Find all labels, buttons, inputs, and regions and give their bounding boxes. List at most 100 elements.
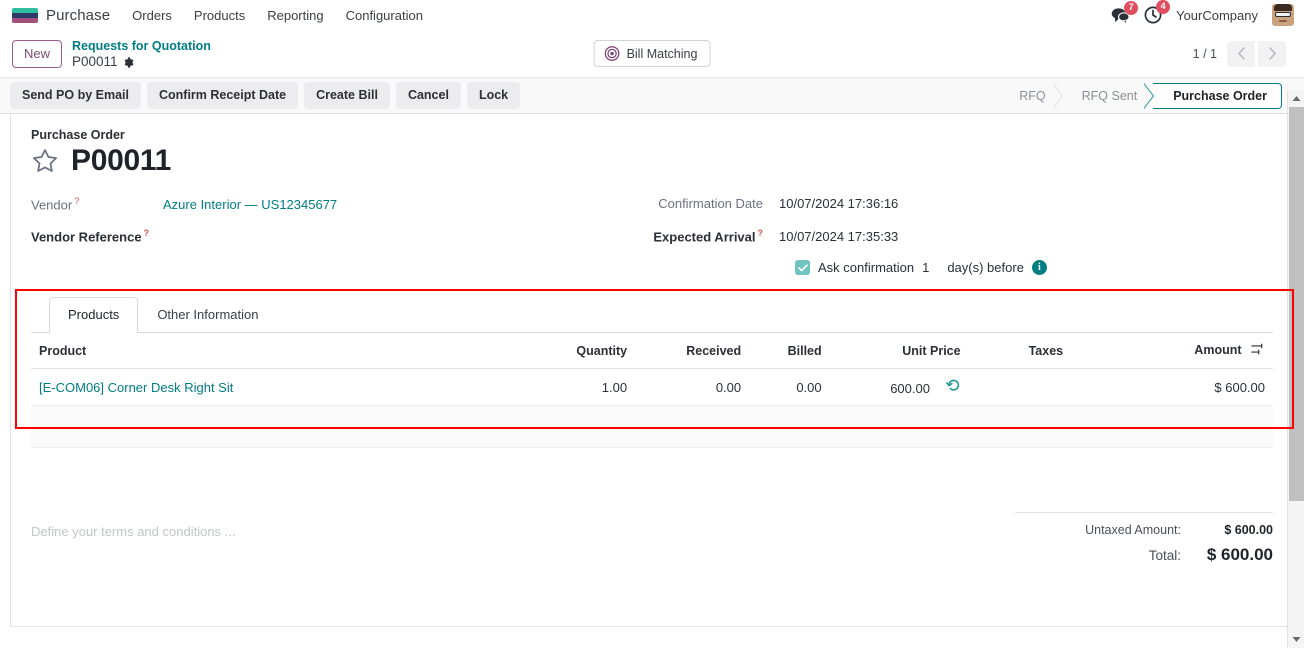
cell-received[interactable]: 0.00 [635,368,750,406]
ask-confirmation-days-input[interactable]: 1 [922,260,929,275]
vendor-tooltip-icon[interactable]: ? [74,196,79,206]
vendor-value[interactable]: Azure Interior — US12345677 [163,197,337,212]
confirmation-date-value[interactable]: 10/07/2024 17:36:16 [779,196,898,211]
breadcrumb: Requests for Quotation P00011 [72,39,211,69]
column-header-product[interactable]: Product [31,333,528,369]
optional-columns-icon[interactable] [1251,342,1265,359]
field-confirmation-date: Confirmation Date 10/07/2024 17:36:16 [651,196,1273,214]
sheet-footer: Define your terms and conditions ... Unt… [31,512,1273,583]
untaxed-amount-label: Untaxed Amount: [1085,523,1181,537]
breadcrumb-parent-link[interactable]: Requests for Quotation [72,39,211,54]
field-expected-arrival: Expected Arrival? 10/07/2024 17:35:33 [651,228,1273,246]
order-lines-table: Product Quantity Received Billed Unit Pr… [31,333,1273,448]
ask-confirmation-checkbox[interactable] [795,260,810,275]
column-header-received[interactable]: Received [635,333,750,369]
odoo-purchase-order-page: Purchase Orders Products Reporting Confi… [0,0,1304,648]
vertical-scrollbar[interactable] [1287,90,1304,648]
cell-taxes[interactable] [968,368,1134,406]
vendor-reference-tooltip-icon[interactable]: ? [144,228,150,238]
expected-arrival-tooltip-icon[interactable]: ? [758,228,764,238]
unit-price-value: 600.00 [890,381,930,396]
messages-badge: 7 [1124,0,1139,15]
page-title: P00011 [71,144,171,177]
column-header-amount-label: Amount [1194,342,1242,357]
column-header-amount[interactable]: Amount [1133,333,1273,369]
breadcrumb-current: P00011 [72,54,211,69]
untaxed-amount-row: Untaxed Amount: $ 600.00 [1015,519,1273,541]
menu-configuration[interactable]: Configuration [346,8,423,23]
menu-products[interactable]: Products [194,8,245,23]
expected-arrival-label: Expected Arrival? [653,228,764,245]
activities-button[interactable]: 4 [1144,0,1171,24]
messages-button[interactable]: 7 [1111,0,1139,24]
tab-products[interactable]: Products [49,297,139,333]
totals-block: Untaxed Amount: $ 600.00 Total: $ 600.00 [1015,512,1273,569]
ask-confirmation-suffix: day(s) before [947,260,1024,275]
ask-confirmation-label: Ask confirmation [818,260,915,275]
avatar[interactable] [1272,4,1294,26]
column-header-taxes[interactable]: Taxes [968,333,1134,369]
tab-other-information[interactable]: Other Information [138,297,277,333]
scroll-up-arrow-icon[interactable] [1288,90,1304,107]
app-name-purchase[interactable]: Purchase [46,7,110,24]
info-icon[interactable]: i [1031,260,1047,275]
field-vendor-reference: Vendor Reference? [31,228,651,246]
notebook: Products Other Information Product Quant… [15,289,1294,448]
bill-matching-label: Bill Matching [626,46,698,61]
vendor-reference-label: Vendor Reference? [31,228,150,245]
expected-arrival-value[interactable]: 10/07/2024 17:35:33 [779,229,898,244]
stage-purchase-order[interactable]: Purchase Order [1153,82,1282,109]
pager: 1 / 1 [1193,40,1286,67]
scrollbar-thumb[interactable] [1289,107,1304,501]
pager-counter[interactable]: 1 / 1 [1193,47,1217,61]
user-menu-company[interactable]: YourCompany [1176,8,1258,23]
form-title-label: Purchase Order [31,128,125,142]
menu-orders[interactable]: Orders [132,8,172,23]
column-header-unit-price[interactable]: Unit Price [829,333,969,369]
bill-matching-button[interactable]: Bill Matching [593,40,711,67]
cell-amount: $ 600.00 [1133,368,1273,406]
create-bill-button[interactable]: Create Bill [304,82,390,109]
stage-rfq[interactable]: RFQ [1005,82,1064,109]
cell-unit-price[interactable]: 600.00 [829,368,969,406]
record-title-row: P00011 [31,144,1273,178]
field-vendor: Vendor? Azure Interior — US12345677 [31,196,651,214]
column-header-billed[interactable]: Billed [749,333,830,369]
cell-quantity[interactable]: 1.00 [527,368,636,406]
bill-matching-container: Bill Matching [593,40,711,67]
lock-button[interactable]: Lock [466,82,521,109]
vendor-label: Vendor? [31,196,80,213]
stage-rfq-sent[interactable]: RFQ Sent [1061,82,1154,109]
form-sheet: Purchase Order P00011 Vendor? Azure Inte… [10,114,1294,627]
new-button[interactable]: New [12,39,63,68]
terms-and-conditions-input[interactable]: Define your terms and conditions ... [31,512,1015,569]
confirm-receipt-date-button[interactable]: Confirm Receipt Date [146,82,299,109]
top-navbar: Purchase Orders Products Reporting Confi… [0,0,1304,30]
notebook-tabs: Products Other Information [31,297,1273,333]
pager-next-button[interactable] [1258,40,1286,67]
pager-previous-button[interactable] [1227,40,1255,67]
vendor-link[interactable]: Azure Interior — US12345677 [163,197,337,212]
total-value: $ 600.00 [1206,545,1273,564]
confirmation-date-label: Confirmation Date [658,196,763,211]
favorite-star-icon[interactable] [31,147,59,175]
menu-reporting[interactable]: Reporting [267,8,323,23]
purchase-history-icon[interactable] [945,378,961,396]
total-label: Total: [1148,548,1181,563]
cell-billed[interactable]: 0.00 [749,368,830,406]
sheet-scroll-area: Purchase Order P00011 Vendor? Azure Inte… [0,114,1304,627]
status-stages: RFQ RFQ Sent Purchase Order [1005,82,1282,109]
breadcrumb-current-label: P00011 [72,53,118,69]
scroll-down-arrow-icon[interactable] [1288,631,1304,648]
table-row[interactable]: [E-COM06] Corner Desk Right Sit 1.00 0.0… [31,368,1273,406]
control-panel: New Requests for Quotation P00011 Bill M… [0,30,1304,78]
product-link[interactable]: [E-COM06] Corner Desk Right Sit [39,380,233,395]
gear-icon[interactable] [123,56,134,68]
activities-badge: 4 [1156,0,1171,14]
cell-product[interactable]: [E-COM06] Corner Desk Right Sit [31,368,528,406]
statusbar-row: Send PO by Email Confirm Receipt Date Cr… [0,78,1304,114]
cancel-button[interactable]: Cancel [395,82,461,109]
send-po-by-email-button[interactable]: Send PO by Email [10,82,141,109]
ask-confirmation-row: Ask confirmation 1 day(s) before i [795,260,1273,275]
column-header-quantity[interactable]: Quantity [527,333,636,369]
